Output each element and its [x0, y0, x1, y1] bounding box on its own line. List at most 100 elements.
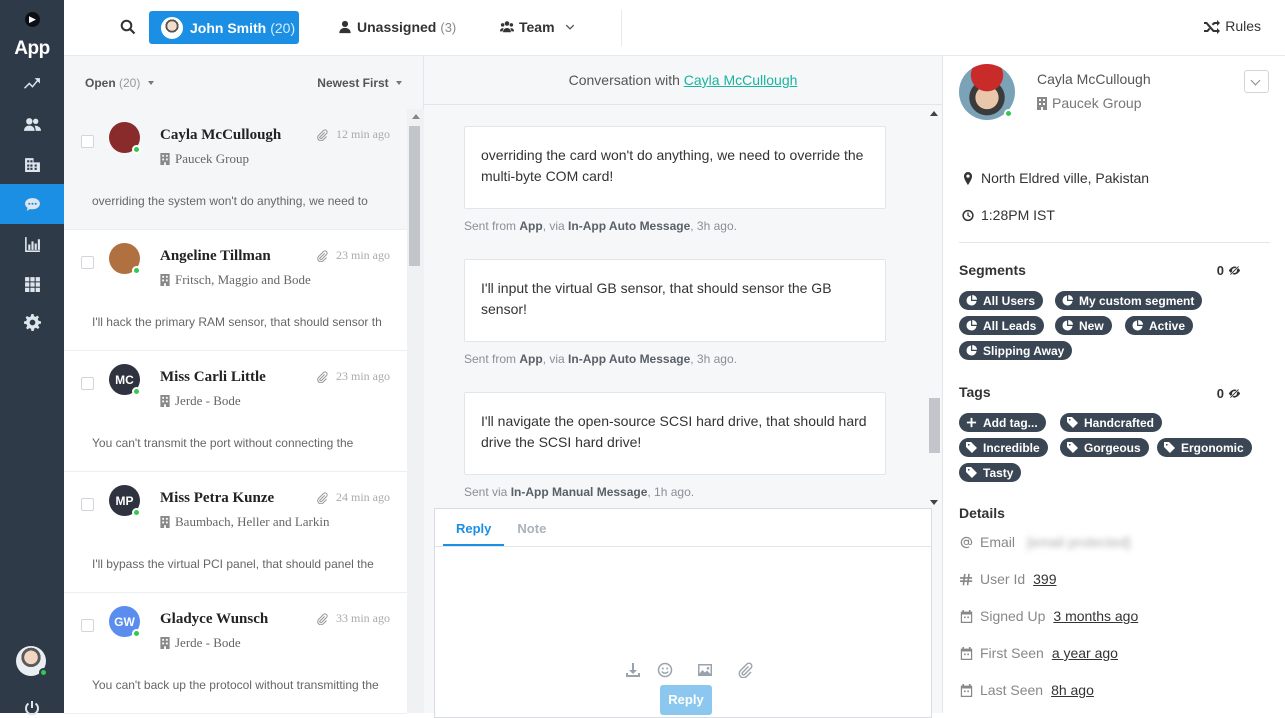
select-checkbox[interactable]: [81, 256, 94, 269]
tag-chip[interactable]: Tasty: [959, 463, 1022, 482]
power-icon[interactable]: [24, 700, 40, 716]
tag-chip[interactable]: Ergonomic: [1157, 438, 1252, 457]
search-icon[interactable]: [120, 19, 136, 35]
scroll-down-icon[interactable]: [930, 500, 938, 505]
tab-reply[interactable]: Reply: [443, 509, 505, 546]
add-tag-button[interactable]: Add tag...: [959, 413, 1046, 432]
nav-item-trends[interactable]: [0, 64, 64, 104]
reply-composer: Reply Note Reply: [434, 508, 932, 718]
scrollbar-thumb[interactable]: [409, 126, 420, 266]
current-user-avatar[interactable]: [16, 646, 48, 677]
segment-chip[interactable]: My custom segment: [1055, 291, 1203, 310]
conversation-time: 24 min ago: [316, 490, 390, 505]
scroll-up-icon[interactable]: [412, 114, 420, 119]
chevron-right-icon[interactable]: ▶: [25, 12, 40, 27]
nav-item-companies[interactable]: [0, 144, 64, 184]
segments-count[interactable]: 0: [1217, 263, 1241, 278]
smiley-icon[interactable]: [657, 662, 673, 678]
message-text: I'll input the virtual GB sensor, that s…: [481, 280, 832, 317]
nav-item-conversations[interactable]: [0, 184, 64, 224]
tab-note[interactable]: Note: [504, 509, 559, 546]
segments-title: Segments: [959, 262, 1026, 278]
tab-mine[interactable]: John Smith (20): [149, 11, 299, 44]
divider: [621, 10, 622, 46]
list-item[interactable]: Angeline Tillman Fritsch, Maggio and Bode…: [64, 230, 407, 351]
nav-item-apps[interactable]: [0, 264, 64, 304]
tags-count[interactable]: 0: [1217, 386, 1241, 401]
tag-icon: [966, 467, 977, 478]
image-icon[interactable]: [697, 662, 713, 678]
conversation-time: 23 min ago: [316, 369, 390, 384]
profile-company[interactable]: Paucek Group: [1037, 95, 1142, 111]
scroll-up-icon[interactable]: [930, 111, 938, 116]
select-checkbox[interactable]: [81, 498, 94, 511]
building-icon: [160, 516, 170, 528]
message-preview: I'll bypass the virtual PCI panel, that …: [92, 557, 374, 571]
reply-textarea[interactable]: [435, 547, 931, 657]
pie-icon: [1062, 295, 1073, 306]
sort-dropdown[interactable]: Newest First: [317, 76, 402, 90]
tag-chip[interactable]: Incredible: [959, 438, 1048, 457]
first-seen-value[interactable]: a year ago: [1052, 645, 1118, 661]
caret-down-icon: [396, 81, 402, 86]
sort-label: Newest First: [317, 75, 389, 90]
select-checkbox[interactable]: [81, 377, 94, 390]
email-label: Email: [980, 534, 1016, 550]
user-id-value[interactable]: 399: [1033, 571, 1056, 587]
avatar: GW: [109, 606, 141, 638]
signed-up-value[interactable]: 3 months ago: [1053, 608, 1138, 624]
app-label[interactable]: App: [0, 38, 64, 60]
caret-down-icon: [147, 81, 154, 86]
tags-title: Tags: [959, 384, 991, 400]
nav-item-reports[interactable]: [0, 224, 64, 264]
nav-item-people[interactable]: [0, 104, 64, 144]
status-filter[interactable]: Open (20): [85, 76, 154, 90]
building-icon: [160, 395, 170, 407]
last-seen-value[interactable]: 8h ago: [1051, 682, 1094, 698]
tag-icon: [966, 442, 977, 453]
avatar: [161, 16, 183, 39]
list-item[interactable]: MC Miss Carli Little Jerde - Bode 23 min ag…: [64, 351, 407, 472]
plus-icon: [966, 417, 977, 428]
detail-user-id: User Id 399: [960, 571, 1056, 587]
tab-team-label: Team: [519, 19, 555, 35]
contact-company: Jerde - Bode: [160, 393, 241, 409]
list-item[interactable]: Cayla McCullough Paucek Group 12 min ago ov…: [64, 109, 407, 230]
rules-button[interactable]: Rules: [1204, 18, 1261, 34]
profile-menu-button[interactable]: [1244, 70, 1269, 93]
select-checkbox[interactable]: [81, 135, 94, 148]
send-reply-button[interactable]: Reply: [660, 685, 712, 715]
gear-icon: [23, 313, 41, 331]
tag-chip[interactable]: Gorgeous: [1060, 438, 1149, 457]
list-item[interactable]: GW Gladyce Wunsch Jerde - Bode 33 min ago Yo…: [64, 593, 407, 714]
building-icon: [160, 274, 170, 286]
conversation-title: Conversation with Cayla McCullough: [424, 56, 942, 105]
avatar-initials: GW: [114, 614, 135, 629]
pie-icon: [1062, 320, 1073, 331]
detail-signed-up: Signed Up 3 months ago: [960, 608, 1138, 624]
messages-scrollbar[interactable]: [926, 108, 943, 505]
segment-chip[interactable]: All Leads: [959, 316, 1045, 335]
tag-icon: [1067, 442, 1078, 453]
nav-item-settings[interactable]: [0, 302, 64, 342]
scrollbar-thumb[interactable]: [929, 398, 940, 453]
segment-chip[interactable]: New: [1055, 316, 1112, 335]
segment-chip[interactable]: Active: [1125, 316, 1194, 335]
profile-company-label: Paucek Group: [1052, 95, 1142, 111]
paperclip-icon[interactable]: [737, 662, 753, 678]
tab-team[interactable]: Team: [500, 19, 580, 35]
email-value[interactable]: [email protected]: [1027, 534, 1131, 550]
tag-chip[interactable]: Handcrafted: [1060, 413, 1163, 432]
chart-icon: [24, 236, 40, 252]
segment-chip[interactable]: Slipping Away: [959, 341, 1073, 360]
select-checkbox[interactable]: [81, 619, 94, 632]
download-icon[interactable]: [625, 662, 641, 678]
profile-location: North Eldred ville, Pakistan: [962, 170, 1149, 186]
segment-chip[interactable]: All Users: [959, 291, 1044, 310]
conversation-user-link[interactable]: Cayla McCullough: [684, 72, 798, 88]
tab-unassigned[interactable]: Unassigned (3): [338, 19, 456, 35]
message-text: I'll navigate the open-source SCSI hard …: [481, 413, 867, 450]
list-item[interactable]: MP Miss Petra Kunze Baumbach, Heller and L…: [64, 472, 407, 593]
conversation-time: 12 min ago: [316, 127, 390, 142]
list-scrollbar[interactable]: [407, 109, 424, 713]
